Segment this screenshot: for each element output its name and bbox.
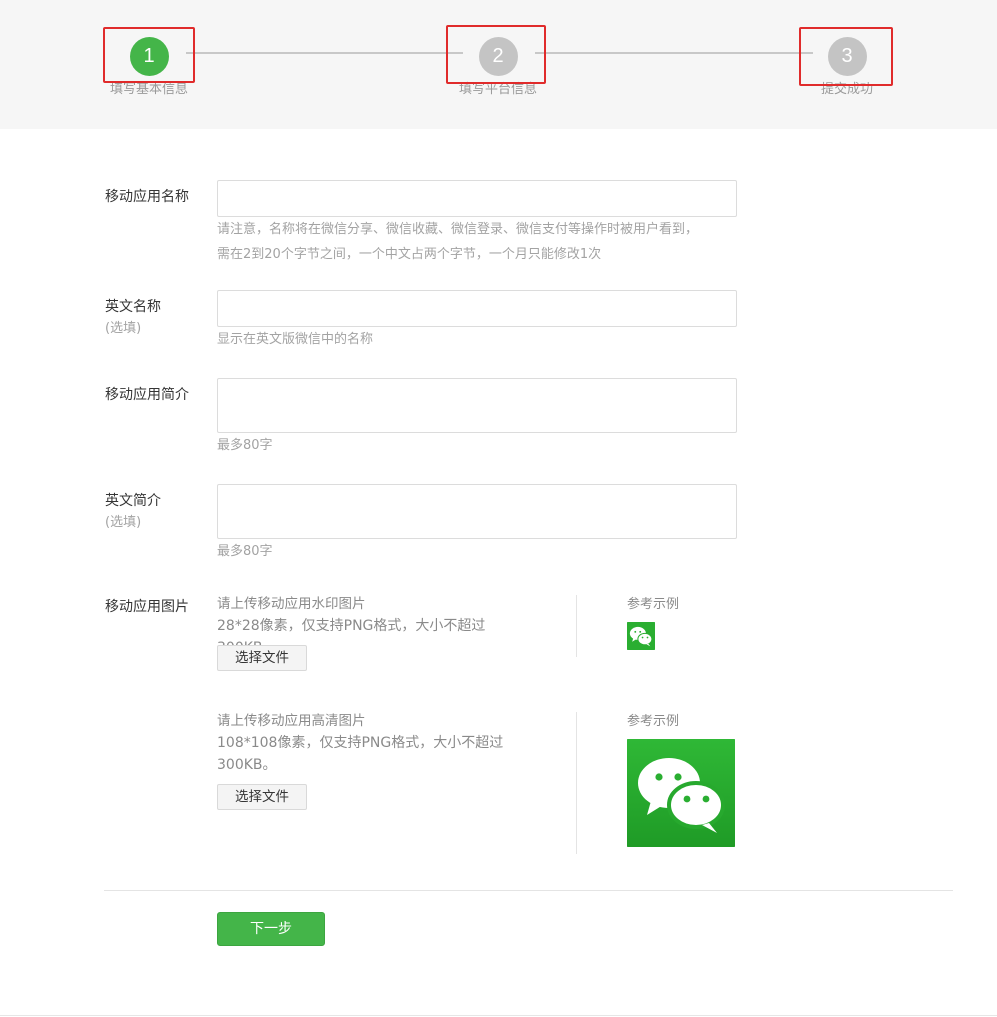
wechat-logo-icon: [627, 622, 655, 650]
app-name-tip-line1: 请注意，名称将在微信分享、微信收藏、微信登录、微信支付等操作时被用户看到，: [217, 222, 699, 237]
form-divider: [104, 890, 953, 891]
watermark-divider: [576, 595, 577, 657]
app-intro-label: 移动应用简介: [105, 385, 189, 405]
hd-divider: [576, 712, 577, 854]
hd-desc-line3: 300KB。: [217, 757, 277, 773]
app-name-input[interactable]: [217, 180, 737, 217]
english-name-optional: (选填): [105, 321, 142, 336]
english-intro-optional: (选填): [105, 515, 142, 530]
english-intro-tip: 最多80字: [217, 544, 273, 559]
watermark-desc-line1: 请上传移动应用水印图片: [217, 596, 366, 612]
watermark-sample-label: 参考示例: [627, 597, 680, 612]
english-name-label: 英文名称 (选填): [105, 297, 161, 339]
app-intro-label-text: 移动应用简介: [105, 387, 189, 403]
english-intro-label-text: 英文简介: [105, 493, 161, 509]
hd-upload-desc: 请上传移动应用高清图片 108*108像素，仅支持PNG格式，大小不超过 300…: [217, 710, 537, 776]
next-step-button[interactable]: 下一步: [217, 912, 325, 946]
english-name-tip: 显示在英文版微信中的名称: [217, 332, 374, 347]
step-connector-1-2: [186, 52, 463, 54]
page-bottom-border: [0, 1015, 997, 1016]
hd-desc-line2: 108*108像素，仅支持PNG格式，大小不超过: [217, 735, 504, 751]
app-intro-tip: 最多80字: [217, 438, 273, 453]
app-images-label-text: 移动应用图片: [105, 599, 189, 615]
hd-sample-label: 参考示例: [627, 714, 680, 729]
step-2-highlight: [446, 25, 546, 84]
app-name-label-text: 移动应用名称: [105, 189, 189, 205]
app-intro-textarea[interactable]: [217, 378, 737, 433]
app-name-label: 移动应用名称: [105, 187, 189, 207]
stepper-bar: 1 填写基本信息 2 填写平台信息 3 提交成功: [0, 0, 997, 129]
hd-desc-line1: 请上传移动应用高清图片: [217, 713, 366, 729]
english-name-input[interactable]: [217, 290, 737, 327]
english-name-label-text: 英文名称: [105, 299, 161, 315]
step-1-highlight: [103, 27, 195, 83]
watermark-choose-file-button[interactable]: 选择文件: [217, 645, 307, 671]
step-3-highlight: [799, 27, 893, 86]
app-name-tip-line2: 需在2到20个字节之间，一个中文占两个字节，一个月只能修改1次: [217, 247, 602, 262]
english-intro-label: 英文简介 (选填): [105, 491, 161, 533]
english-intro-textarea[interactable]: [217, 484, 737, 539]
hd-choose-file-button[interactable]: 选择文件: [217, 784, 307, 810]
app-images-label: 移动应用图片: [105, 597, 189, 617]
step-1-label: 填写基本信息: [109, 82, 188, 97]
app-name-tip: 请注意，名称将在微信分享、微信收藏、微信登录、微信支付等操作时被用户看到， 需在…: [217, 219, 757, 266]
wechat-logo-icon: [627, 739, 735, 847]
step-2-label: 填写平台信息: [458, 82, 537, 97]
step-connector-2-3: [535, 52, 813, 54]
